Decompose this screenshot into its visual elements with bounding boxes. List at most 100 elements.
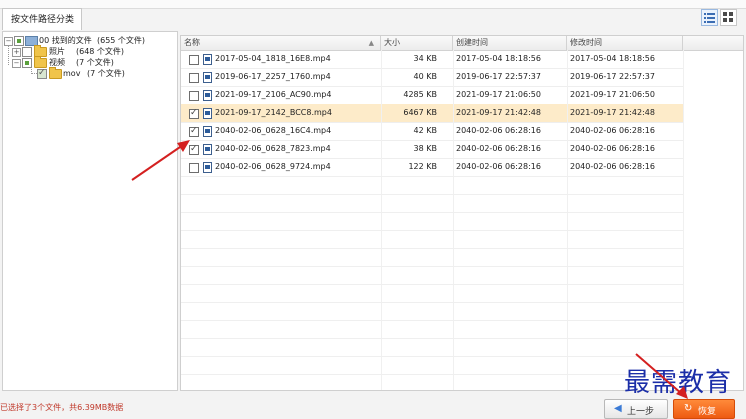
grid-line bbox=[181, 212, 683, 213]
column-size-header[interactable]: 大小 bbox=[381, 36, 453, 50]
file-name: 2021-09-17_2142_BCC8.mp4 bbox=[215, 108, 332, 117]
tree-checkbox[interactable] bbox=[22, 47, 32, 57]
grid-line bbox=[381, 50, 382, 390]
video-file-icon bbox=[203, 126, 212, 137]
created-time: 2040-02-06 06:28:16 bbox=[456, 162, 541, 171]
table-row[interactable]: 2021-09-17_2106_AC90.mp4 4285 KB 2021-09-1… bbox=[181, 86, 683, 105]
column-label: 大小 bbox=[384, 38, 400, 47]
file-name: 2021-09-17_2106_AC90.mp4 bbox=[215, 90, 332, 99]
video-file-icon bbox=[203, 144, 212, 155]
created-time: 2017-05-04 18:18:56 bbox=[456, 54, 541, 63]
tree-item-photos[interactable]: + 照片 (648 个文件) bbox=[3, 45, 177, 57]
watermark-text: 最需教育 bbox=[624, 368, 733, 398]
tab-by-path[interactable]: 按文件路径分类 bbox=[2, 8, 82, 30]
file-size: 34 KB bbox=[413, 54, 437, 63]
grid-line bbox=[181, 338, 683, 339]
list-header: 名称 ▲ 大小 创建时间 修改时间 bbox=[181, 36, 743, 51]
modified-time: 2040-02-06 06:28:16 bbox=[570, 126, 655, 135]
created-time: 2021-09-17 21:42:48 bbox=[456, 108, 541, 117]
column-label: 名称 bbox=[184, 38, 200, 47]
tree-count: (7 个文件) bbox=[76, 58, 114, 67]
created-time: 2021-09-17 21:06:50 bbox=[456, 90, 541, 99]
row-checkbox[interactable] bbox=[189, 163, 199, 173]
recover-icon: ↻ bbox=[684, 403, 693, 414]
file-size: 4285 KB bbox=[403, 90, 437, 99]
table-row[interactable]: 2017-05-04_1818_16E8.mp4 34 KB 2017-05-04 … bbox=[181, 50, 683, 69]
tree-root[interactable]: − 00 找到的文件 (655 个文件) bbox=[3, 35, 177, 46]
tree-label: 00 找到的文件 bbox=[39, 36, 92, 45]
table-row[interactable]: 2040-02-06_0628_16C4.mp4 42 KB 2040-02-06 … bbox=[181, 122, 683, 141]
row-checkbox[interactable] bbox=[189, 91, 199, 101]
tree-checkbox[interactable] bbox=[37, 68, 47, 79]
file-name: 2017-05-04_1818_16E8.mp4 bbox=[215, 54, 331, 63]
column-modified-header[interactable]: 修改时间 bbox=[567, 36, 683, 50]
row-checkbox[interactable] bbox=[189, 55, 199, 65]
back-arrow-icon: ◀ bbox=[614, 403, 622, 414]
modified-time: 2021-09-17 21:06:50 bbox=[570, 90, 655, 99]
row-checkbox[interactable] bbox=[189, 126, 199, 137]
grid-line bbox=[181, 230, 683, 231]
tree-label: 照片 bbox=[49, 47, 65, 56]
folder-tree: − 00 找到的文件 (655 个文件) + 照片 (648 个文件) − 视频… bbox=[2, 31, 178, 391]
table-row[interactable]: 2040-02-06_0628_7823.mp4 38 KB 2040-02-06 … bbox=[181, 140, 683, 159]
video-file-icon bbox=[203, 162, 212, 173]
modified-time: 2021-09-17 21:42:48 bbox=[570, 108, 655, 117]
grid-view-button[interactable] bbox=[720, 9, 737, 26]
grid-line bbox=[181, 284, 683, 285]
table-row[interactable]: 2040-02-06_0628_9724.mp4 122 KB 2040-02-06… bbox=[181, 158, 683, 177]
folder-icon bbox=[49, 67, 62, 79]
table-row[interactable]: 2019-06-17_2257_1760.mp4 40 KB 2019-06-17 … bbox=[181, 68, 683, 87]
tree-item-videos[interactable]: − 视频 (7 个文件) bbox=[3, 56, 177, 68]
modified-time: 2040-02-06 06:28:16 bbox=[570, 144, 655, 153]
tree-count: (648 个文件) bbox=[76, 47, 125, 56]
list-view-button[interactable] bbox=[701, 9, 718, 26]
folder-icon bbox=[34, 56, 47, 68]
video-file-icon bbox=[203, 72, 212, 83]
collapse-toggle[interactable]: − bbox=[12, 59, 21, 68]
grid-view-icon bbox=[723, 12, 733, 22]
video-file-icon bbox=[203, 108, 212, 119]
collapse-toggle[interactable]: − bbox=[4, 37, 13, 46]
tree-checkbox[interactable] bbox=[22, 58, 32, 68]
file-size: 40 KB bbox=[413, 72, 437, 81]
row-checkbox[interactable] bbox=[189, 144, 199, 155]
file-size: 6467 KB bbox=[403, 108, 437, 117]
grid-line bbox=[453, 50, 454, 390]
table-row[interactable]: 2021-09-17_2142_BCC8.mp4 6467 KB 2021-09-1… bbox=[181, 104, 683, 123]
grid-line bbox=[181, 302, 683, 303]
grid-line bbox=[181, 266, 683, 267]
tree-count: (655 个文件) bbox=[97, 36, 146, 45]
column-name-header[interactable]: 名称 ▲ bbox=[181, 36, 381, 50]
tree-count: (7 个文件) bbox=[87, 69, 125, 78]
created-time: 2019-06-17 22:57:37 bbox=[456, 72, 541, 81]
status-text: 已选择了3个文件，共6.39MB数据 bbox=[0, 403, 124, 412]
list-view-icon bbox=[704, 13, 715, 23]
file-name: 2040-02-06_0628_16C4.mp4 bbox=[215, 126, 332, 135]
modified-time: 2040-02-06 06:28:16 bbox=[570, 162, 655, 171]
recover-button[interactable]: ↻ 恢复 bbox=[673, 399, 735, 419]
file-list: 名称 ▲ 大小 创建时间 修改时间 2017-05-04_1818_16E8.m… bbox=[180, 35, 744, 391]
grid-line bbox=[181, 248, 683, 249]
grid-line bbox=[181, 374, 683, 375]
expand-toggle[interactable]: + bbox=[12, 48, 21, 57]
previous-step-button[interactable]: ◀ 上一步 bbox=[604, 399, 668, 419]
top-strip bbox=[0, 0, 746, 9]
column-created-header[interactable]: 创建时间 bbox=[453, 36, 567, 50]
tree-item-mov[interactable]: mov (7 个文件) bbox=[3, 67, 177, 79]
video-file-icon bbox=[203, 90, 212, 101]
created-time: 2040-02-06 06:28:16 bbox=[456, 126, 541, 135]
tree-checkbox[interactable] bbox=[14, 36, 24, 46]
file-name: 2040-02-06_0628_9724.mp4 bbox=[215, 162, 331, 171]
tree-label: mov bbox=[63, 69, 81, 78]
row-checkbox[interactable] bbox=[189, 108, 199, 119]
grid-line bbox=[181, 356, 683, 357]
row-checkbox[interactable] bbox=[189, 73, 199, 83]
grid-line bbox=[683, 50, 684, 390]
file-size: 122 KB bbox=[408, 162, 437, 171]
grid-line bbox=[181, 320, 683, 321]
file-size: 38 KB bbox=[413, 144, 437, 153]
column-label: 创建时间 bbox=[456, 38, 488, 47]
file-name: 2040-02-06_0628_7823.mp4 bbox=[215, 144, 331, 153]
file-size: 42 KB bbox=[413, 126, 437, 135]
grid-line bbox=[181, 194, 683, 195]
